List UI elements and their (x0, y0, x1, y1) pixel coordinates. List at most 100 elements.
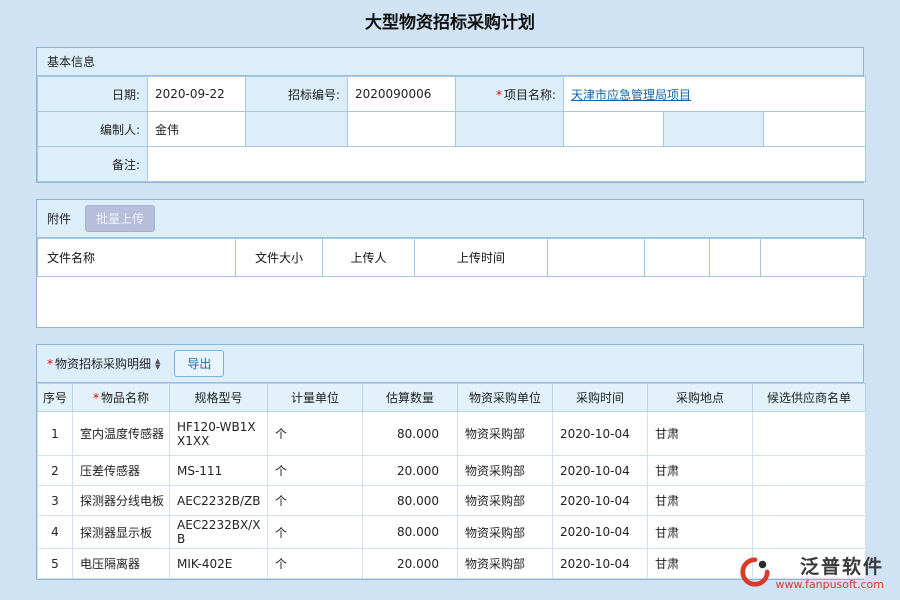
empty-value-cell (348, 112, 456, 147)
cell-purchase-dept: 物资采购部 (458, 549, 553, 579)
cell-candidate-suppliers (753, 486, 866, 516)
fanpu-logo-icon (739, 556, 771, 591)
sort-toggle-icon[interactable]: ▲ ▼ (155, 358, 160, 370)
bid-no-label: 招标编号: (246, 77, 348, 112)
col-purchase-dept: 物资采购单位 (458, 384, 553, 412)
basic-info-title: 基本信息 (47, 53, 95, 70)
cell-candidate-suppliers (753, 456, 866, 486)
attachments-table: 文件名称 文件大小 上传人 上传时间 (37, 238, 866, 277)
vendor-logo: 泛普软件 www.fanpusoft.com (739, 556, 884, 592)
col-unit: 计量单位 (268, 384, 363, 412)
cell-purchase-place: 甘肃 (648, 486, 753, 516)
cell-unit: 个 (268, 516, 363, 549)
col-empty (548, 239, 645, 277)
remark-value (148, 147, 866, 182)
cell-estimated-qty: 20.000 (363, 456, 458, 486)
cell-purchase-dept: 物资采购部 (458, 412, 553, 456)
detail-table: 序号 *物品名称 规格型号 计量单位 估算数量 物资采购单位 采购时间 采购地点… (37, 383, 866, 579)
empty-value-cell (764, 112, 866, 147)
cell-estimated-qty: 80.000 (363, 516, 458, 549)
cell-purchase-place: 甘肃 (648, 456, 753, 486)
cell-seq: 3 (38, 486, 73, 516)
col-uploader: 上传人 (323, 239, 415, 277)
vendor-url: www.fanpusoft.com (776, 578, 884, 592)
cell-purchase-time: 2020-10-04 (553, 516, 648, 549)
col-upload-time: 上传时间 (415, 239, 548, 277)
cell-purchase-dept: 物资采购部 (458, 456, 553, 486)
project-label-text: 项目名称: (504, 88, 556, 102)
required-mark: * (496, 88, 502, 102)
export-button[interactable]: 导出 (174, 350, 224, 377)
vendor-brand: 泛普软件 (800, 556, 884, 578)
basic-row-3: 备注: (38, 147, 866, 182)
project-label: *项目名称: (456, 77, 564, 112)
cell-purchase-place: 甘肃 (648, 516, 753, 549)
cell-spec-model: HF120-WB1XX1XX (170, 412, 268, 456)
cell-item-name: 室内温度传感器 (73, 412, 170, 456)
attachments-title: 附件 (47, 210, 71, 227)
basic-row-2: 编制人: 金伟 (38, 112, 866, 147)
attachments-empty-area (37, 277, 863, 327)
detail-title: 物资招标采购明细 (55, 355, 151, 372)
cell-item-name: 探测器分线电板 (73, 486, 170, 516)
cell-estimated-qty: 80.000 (363, 412, 458, 456)
cell-seq: 5 (38, 549, 73, 579)
table-row: 4 探测器显示板 AEC2232BX/XB 个 80.000 物资采购部 202… (38, 516, 866, 549)
col-empty (761, 239, 866, 277)
cell-estimated-qty: 20.000 (363, 549, 458, 579)
cell-purchase-time: 2020-10-04 (553, 486, 648, 516)
col-empty (710, 239, 761, 277)
required-mark: * (93, 391, 99, 405)
detail-section: * 物资招标采购明细 ▲ ▼ 导出 序号 *物品名称 规格型号 计量单位 估算数… (36, 344, 864, 580)
cell-candidate-suppliers (753, 516, 866, 549)
empty-label-cell (246, 112, 348, 147)
cell-unit: 个 (268, 486, 363, 516)
cell-purchase-time: 2020-10-04 (553, 412, 648, 456)
basic-info-form: 日期: 2020-09-22 招标编号: 2020090006 *项目名称: 天… (37, 76, 866, 182)
cell-item-name: 压差传感器 (73, 456, 170, 486)
cell-estimated-qty: 80.000 (363, 486, 458, 516)
cell-unit: 个 (268, 549, 363, 579)
basic-info-section: 基本信息 日期: 2020-09-22 招标编号: 2020090006 *项目… (36, 47, 864, 183)
cell-candidate-suppliers (753, 412, 866, 456)
col-item-name-text: 物品名称 (101, 391, 149, 405)
cell-spec-model: AEC2232B/ZB (170, 486, 268, 516)
basic-row-1: 日期: 2020-09-22 招标编号: 2020090006 *项目名称: 天… (38, 77, 866, 112)
empty-value-cell (564, 112, 664, 147)
cell-spec-model: MIK-402E (170, 549, 268, 579)
page-title: 大型物资招标采购计划 (0, 0, 900, 33)
col-item-name: *物品名称 (73, 384, 170, 412)
table-row: 2 压差传感器 MS-111 个 20.000 物资采购部 2020-10-04… (38, 456, 866, 486)
cell-purchase-dept: 物资采购部 (458, 516, 553, 549)
remark-label: 备注: (38, 147, 148, 182)
date-label: 日期: (38, 77, 148, 112)
cell-seq: 2 (38, 456, 73, 486)
project-link[interactable]: 天津市应急管理局项目 (571, 88, 691, 102)
col-candidate-suppliers: 候选供应商名单 (753, 384, 866, 412)
cell-seq: 1 (38, 412, 73, 456)
batch-upload-button[interactable]: 批量上传 (85, 205, 155, 232)
editor-value: 金伟 (148, 112, 246, 147)
cell-purchase-place: 甘肃 (648, 412, 753, 456)
date-value: 2020-09-22 (148, 77, 246, 112)
col-estimated-qty: 估算数量 (363, 384, 458, 412)
empty-label-cell (664, 112, 764, 147)
cell-unit: 个 (268, 456, 363, 486)
col-empty (645, 239, 710, 277)
detail-header-row: 序号 *物品名称 规格型号 计量单位 估算数量 物资采购单位 采购时间 采购地点… (38, 384, 866, 412)
col-purchase-place: 采购地点 (648, 384, 753, 412)
cell-purchase-time: 2020-10-04 (553, 456, 648, 486)
attachments-section: 附件 批量上传 文件名称 文件大小 上传人 上传时间 (36, 199, 864, 328)
col-purchase-time: 采购时间 (553, 384, 648, 412)
vendor-text: 泛普软件 www.fanpusoft.com (776, 556, 884, 592)
cell-purchase-dept: 物资采购部 (458, 486, 553, 516)
required-mark: * (47, 357, 53, 371)
attachments-header-row: 文件名称 文件大小 上传人 上传时间 (38, 239, 866, 277)
col-spec-model: 规格型号 (170, 384, 268, 412)
table-row: 3 探测器分线电板 AEC2232B/ZB 个 80.000 物资采购部 202… (38, 486, 866, 516)
cell-item-name: 电压隔离器 (73, 549, 170, 579)
cell-purchase-place: 甘肃 (648, 549, 753, 579)
cell-spec-model: MS-111 (170, 456, 268, 486)
cell-unit: 个 (268, 412, 363, 456)
cell-purchase-time: 2020-10-04 (553, 549, 648, 579)
